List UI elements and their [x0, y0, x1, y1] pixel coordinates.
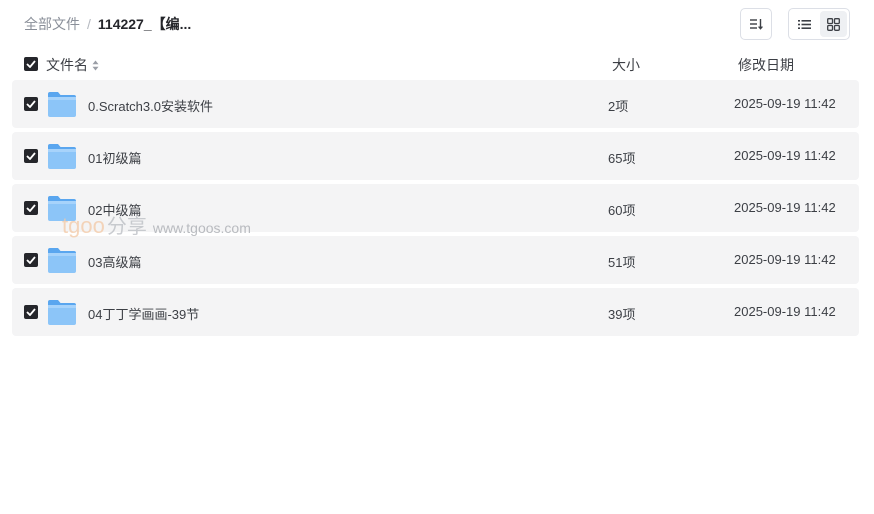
folder-icon [48, 144, 76, 169]
sort-button[interactable] [740, 8, 772, 40]
file-list: 0.Scratch3.0安装软件 2项 2025-09-19 11:42 01初… [12, 80, 859, 340]
check-icon [26, 308, 36, 316]
file-name[interactable]: 0.Scratch3.0安装软件 [88, 96, 213, 115]
row-checkbox[interactable] [24, 305, 38, 319]
select-all-checkbox[interactable] [24, 57, 38, 71]
grid-view-button[interactable] [820, 11, 847, 37]
file-row[interactable]: 04丁丁学画画-39节 39项 2025-09-19 11:42 [12, 288, 859, 336]
check-icon [26, 152, 36, 160]
file-modified-date: 2025-09-19 11:42 [734, 96, 836, 111]
row-checkbox[interactable] [24, 253, 38, 267]
column-header-name[interactable]: 文件名 [46, 55, 99, 75]
file-list-header: 文件名 大小 修改日期 [12, 52, 859, 76]
file-item-count: 51项 [608, 255, 636, 270]
file-row[interactable]: 03高级篇 51项 2025-09-19 11:42 [12, 236, 859, 284]
row-checkbox[interactable] [24, 97, 38, 111]
column-header-size[interactable]: 大小 [612, 55, 640, 75]
breadcrumb-current-folder: 114227_【编... [97, 16, 192, 32]
folder-icon [48, 300, 76, 325]
file-item-count: 39项 [608, 307, 636, 322]
breadcrumb-separator: / [87, 16, 91, 32]
file-name[interactable]: 01初级篇 [88, 148, 141, 167]
file-name[interactable]: 02中级篇 [88, 200, 141, 219]
row-checkbox[interactable] [24, 201, 38, 215]
file-row[interactable]: 01初级篇 65项 2025-09-19 11:42 [12, 132, 859, 180]
file-row[interactable]: 02中级篇 60项 2025-09-19 11:42 [12, 184, 859, 232]
file-modified-date: 2025-09-19 11:42 [734, 252, 836, 267]
breadcrumb: 全部文件 / 114227_【编... [24, 15, 191, 33]
top-bar: 全部文件 / 114227_【编... [0, 0, 874, 48]
row-checkbox[interactable] [24, 149, 38, 163]
file-name[interactable]: 04丁丁学画画-39节 [88, 304, 199, 323]
check-icon [26, 204, 36, 212]
check-icon [26, 256, 36, 264]
file-modified-date: 2025-09-19 11:42 [734, 148, 836, 163]
file-item-count: 2项 [608, 99, 629, 114]
column-header-date[interactable]: 修改日期 [738, 55, 794, 75]
list-view-button[interactable] [791, 11, 818, 37]
sort-updown-icon [92, 60, 99, 70]
breadcrumb-root-link[interactable]: 全部文件 [24, 15, 80, 33]
folder-icon [48, 92, 76, 117]
file-row[interactable]: 0.Scratch3.0安装软件 2项 2025-09-19 11:42 [12, 80, 859, 128]
file-item-count: 65项 [608, 151, 636, 166]
file-item-count: 60项 [608, 203, 636, 218]
grid-view-icon [827, 17, 840, 31]
column-name-label: 文件名 [46, 57, 88, 73]
list-view-icon [798, 19, 811, 29]
check-icon [26, 60, 36, 68]
sort-list-icon [750, 19, 763, 30]
file-name[interactable]: 03高级篇 [88, 252, 141, 271]
check-icon [26, 100, 36, 108]
folder-icon [48, 196, 76, 221]
folder-icon [48, 248, 76, 273]
file-modified-date: 2025-09-19 11:42 [734, 200, 836, 215]
view-toggle [788, 8, 850, 40]
file-modified-date: 2025-09-19 11:42 [734, 304, 836, 319]
